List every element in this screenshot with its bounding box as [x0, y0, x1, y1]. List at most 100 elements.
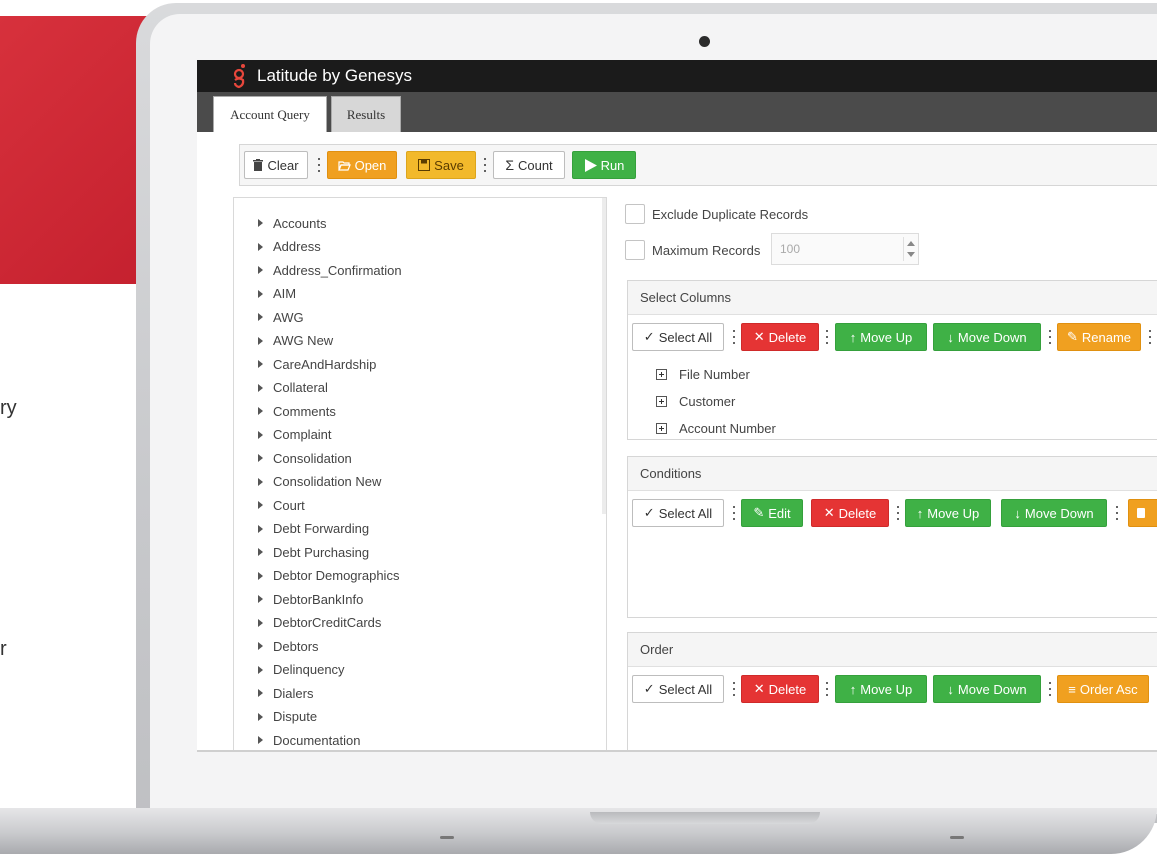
tree-item[interactable]: Debt Forwarding	[258, 520, 369, 538]
check-icon: ✓	[643, 505, 655, 520]
delete-button[interactable]: ✕ Delete	[741, 323, 819, 351]
expand-arrow-icon[interactable]	[258, 407, 263, 415]
tree-item[interactable]: Dialers	[258, 684, 313, 702]
expand-icon[interactable]	[656, 422, 667, 434]
list-item[interactable]: Customer	[656, 392, 735, 410]
tree-item[interactable]: AWG New	[258, 332, 333, 350]
arrow-down-icon: ↓	[947, 329, 954, 345]
expand-arrow-icon[interactable]	[258, 618, 263, 627]
count-button[interactable]: Σ Count	[493, 151, 565, 179]
tree-item[interactable]: Documentation	[258, 731, 360, 749]
tree-item[interactable]: Debtor Demographics	[258, 567, 399, 585]
tree-item[interactable]: AIM	[258, 285, 296, 303]
expand-arrow-icon[interactable]	[258, 477, 263, 486]
tree-item[interactable]: Consolidation	[258, 449, 352, 467]
tree-item[interactable]: Complaint	[258, 426, 332, 444]
expand-arrow-icon[interactable]	[258, 595, 263, 603]
max-records-input[interactable]: 100	[771, 233, 919, 265]
move-up-button[interactable]: ↑ Move Up	[835, 323, 927, 351]
move-down-button[interactable]: ↓ Move Down	[1001, 499, 1107, 527]
laptop-foot	[950, 836, 964, 839]
query-options-panel: Exclude Duplicate Records Maximum Record…	[625, 197, 1157, 750]
save-button[interactable]: Save	[406, 151, 476, 179]
expand-arrow-icon[interactable]	[258, 524, 263, 533]
tree-item[interactable]: Delinquency	[258, 661, 345, 679]
order-asc-button[interactable]: ≡ Order Asc	[1057, 675, 1149, 703]
expand-arrow-icon[interactable]	[258, 313, 263, 321]
tree-item[interactable]: Court	[258, 496, 305, 514]
expand-arrow-icon[interactable]	[258, 689, 263, 697]
rename-button[interactable]: ✎ Rename	[1057, 323, 1141, 351]
laptop-hinge-notch	[590, 812, 820, 824]
tree-scrollbar[interactable]	[602, 198, 606, 514]
delete-button[interactable]: ✕ Delete	[811, 499, 889, 527]
tree-item[interactable]: Collateral	[258, 379, 328, 397]
expand-arrow-icon[interactable]	[258, 501, 263, 509]
max-records-checkbox[interactable]	[625, 240, 645, 260]
close-icon: ✕	[753, 329, 765, 344]
move-up-button[interactable]: ↑ Move Up	[835, 675, 927, 703]
expand-arrow-icon[interactable]	[258, 736, 263, 744]
spin-down-icon[interactable]	[907, 252, 915, 257]
tree-item[interactable]: AWG	[258, 308, 304, 326]
table-tree: Accounts Address Address_Confirmation AIM AW…	[233, 197, 607, 750]
tree-item[interactable]: Address_Confirmation	[258, 261, 402, 279]
tree-item[interactable]: Accounts	[258, 214, 326, 232]
tree-item[interactable]: CareAndHardship	[258, 355, 376, 373]
expand-arrow-icon[interactable]	[258, 665, 263, 674]
move-up-button[interactable]: ↑ Move Up	[905, 499, 991, 527]
tree-item[interactable]: DebtorBankInfo	[258, 590, 363, 608]
run-button[interactable]: Run	[572, 151, 636, 179]
delete-button[interactable]: ✕ Delete	[741, 675, 819, 703]
list-item[interactable]: Account Number	[656, 419, 776, 437]
tree-item[interactable]: Comments	[258, 402, 336, 420]
tree-item-label: AWG New	[273, 333, 334, 348]
expand-arrow-icon[interactable]	[258, 266, 263, 274]
toolbar-separator	[1148, 330, 1151, 344]
open-button[interactable]: Open	[327, 151, 397, 179]
toolbar-separator	[825, 682, 828, 696]
tree-item-label: Comments	[273, 403, 336, 419]
expand-arrow-icon[interactable]	[258, 454, 263, 462]
panel-title: Conditions	[628, 457, 1157, 491]
tree-item[interactable]: Consolidation New	[258, 473, 381, 491]
tree-item-label: DebtorCreditCards	[273, 615, 382, 630]
tree-item[interactable]: Debt Purchasing	[258, 543, 369, 561]
expand-arrow-icon[interactable]	[258, 712, 263, 721]
spin-up-icon[interactable]	[907, 241, 915, 246]
toolbar-separator	[732, 506, 735, 520]
expand-arrow-icon[interactable]	[258, 360, 263, 368]
expand-arrow-icon[interactable]	[258, 242, 263, 251]
toolbar-separator	[896, 506, 899, 520]
tree-item[interactable]: Dispute	[258, 708, 317, 726]
exclude-duplicates-checkbox[interactable]	[625, 204, 645, 224]
edit-button[interactable]: ✎ Edit	[741, 499, 803, 527]
tree-item[interactable]: Debtors	[258, 637, 319, 655]
tree-item[interactable]: Address	[258, 238, 321, 256]
select-all-button[interactable]: ✓ Select All	[632, 499, 724, 527]
tab-account-query[interactable]: Account Query	[213, 96, 327, 133]
toolbar-separator	[732, 682, 735, 696]
expand-arrow-icon[interactable]	[258, 219, 263, 227]
select-all-button[interactable]: ✓ Select All	[632, 675, 724, 703]
tree-item-label: Consolidation	[273, 450, 352, 466]
more-actions-button[interactable]	[1128, 499, 1157, 527]
move-down-button[interactable]: ↓ Move Down	[933, 323, 1041, 351]
expand-icon[interactable]	[656, 395, 667, 407]
expand-arrow-icon[interactable]	[258, 383, 263, 392]
expand-arrow-icon[interactable]	[258, 336, 263, 345]
clear-button[interactable]: Clear	[244, 151, 308, 179]
tab-results[interactable]: Results	[331, 96, 401, 132]
toolbar-separator	[483, 158, 486, 172]
expand-arrow-icon[interactable]	[258, 548, 263, 556]
expand-arrow-icon[interactable]	[258, 571, 263, 580]
expand-arrow-icon[interactable]	[258, 289, 263, 298]
list-item[interactable]: File Number	[656, 365, 750, 383]
expand-arrow-icon[interactable]	[258, 642, 263, 650]
max-records-spinner[interactable]	[903, 237, 917, 261]
move-down-button[interactable]: ↓ Move Down	[933, 675, 1041, 703]
select-all-button[interactable]: ✓ Select All	[632, 323, 724, 351]
expand-icon[interactable]	[656, 368, 667, 380]
expand-arrow-icon[interactable]	[258, 430, 263, 439]
tree-item[interactable]: DebtorCreditCards	[258, 614, 381, 632]
